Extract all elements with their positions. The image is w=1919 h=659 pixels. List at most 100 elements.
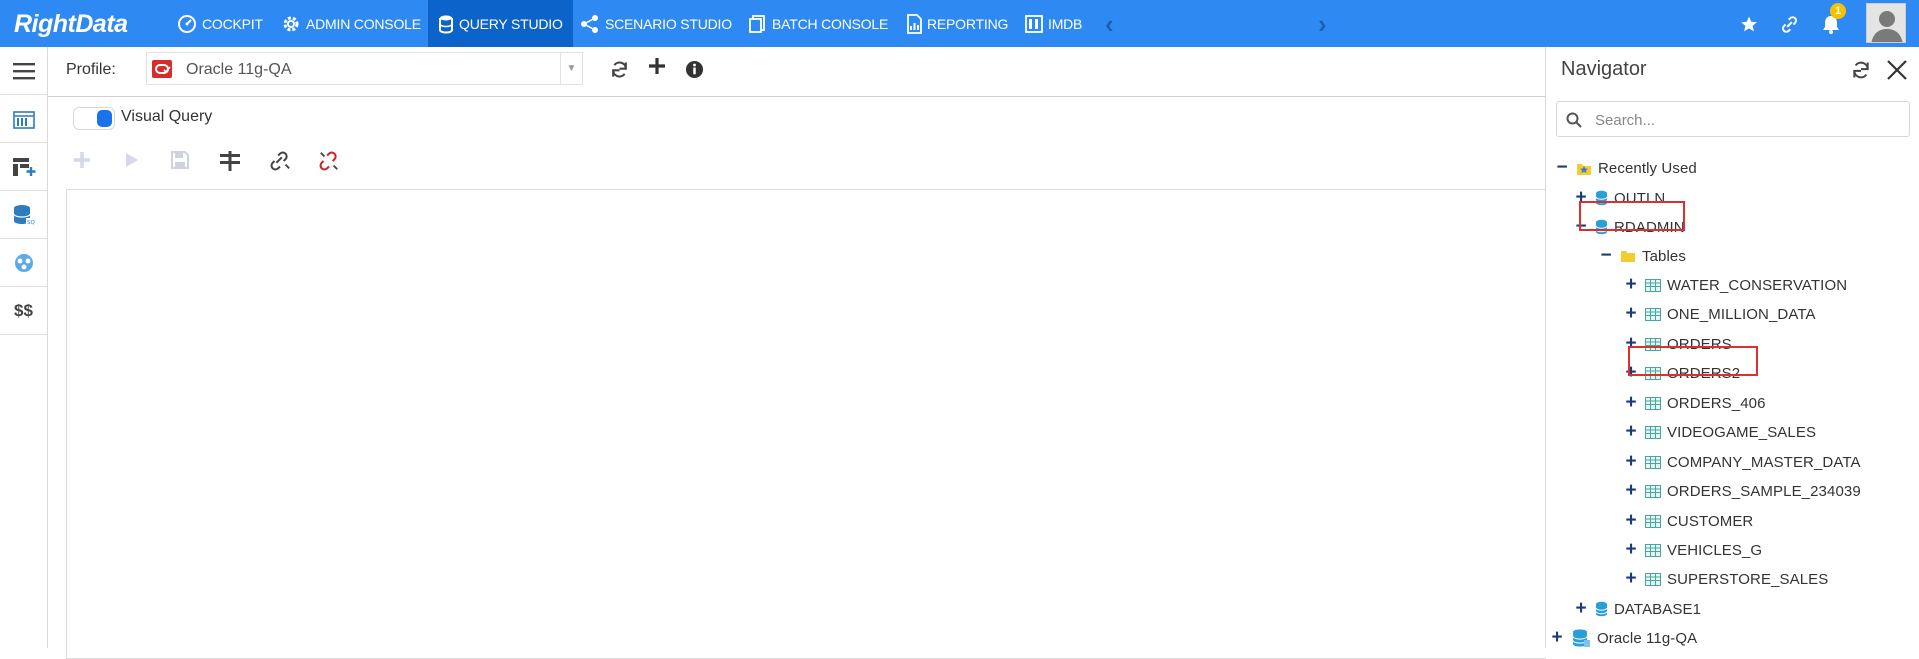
tree-node-recently-used: − Recently Used: [1554, 156, 1697, 180]
table-icon: [1645, 366, 1661, 380]
table-icon: [1645, 307, 1661, 321]
expand-toggle[interactable]: +: [1623, 481, 1639, 500]
tree-node-oracle-11g-qa: + Oracle 11g-QA: [1549, 626, 1697, 650]
collapse-toggle[interactable]: −: [1598, 246, 1614, 265]
profile-select[interactable]: Oracle 11g-QA ▼: [146, 52, 583, 85]
tree-label[interactable]: DATABASE1: [1614, 601, 1701, 618]
nav-reporting[interactable]: REPORTING: [906, 0, 1008, 47]
navigator-title: Navigator: [1561, 58, 1647, 80]
add-profile-icon[interactable]: [648, 57, 666, 75]
filter-icon[interactable]: [219, 150, 241, 172]
nav-cockpit[interactable]: COCKPIT: [177, 0, 263, 47]
table-name[interactable]: ORDERS2: [1667, 365, 1740, 382]
nav-query-studio[interactable]: QUERY STUDIO: [428, 0, 573, 47]
table-name[interactable]: ORDERS_SAMPLE_234039: [1667, 483, 1861, 500]
table-icon: [1645, 543, 1661, 557]
nav-next-arrow[interactable]: ›: [1318, 9, 1327, 40]
expand-toggle[interactable]: +: [1573, 599, 1589, 618]
database-icon: [439, 15, 453, 34]
database-query-icon: SQ: [12, 204, 35, 226]
table-name[interactable]: ONE_MILLION_DATA: [1667, 306, 1816, 323]
expand-toggle[interactable]: +: [1623, 334, 1639, 353]
visual-query-canvas[interactable]: [66, 189, 1546, 659]
table-row: + SUPERSTORE_SALES: [1623, 567, 1828, 591]
table-row: + ORDERS_SAMPLE_234039: [1623, 479, 1861, 503]
nav-batch-console[interactable]: BATCH CONSOLE: [747, 0, 888, 47]
table-row: + WATER_CONSERVATION: [1623, 273, 1847, 297]
table-name[interactable]: ORDERS_406: [1667, 395, 1766, 412]
run-icon[interactable]: [124, 150, 140, 170]
expand-toggle[interactable]: +: [1623, 511, 1639, 530]
app-logo[interactable]: RightData: [14, 6, 128, 42]
cockpit-icon: [178, 14, 196, 33]
nav-scenario-studio[interactable]: SCENARIO STUDIO: [580, 0, 732, 47]
rail-money-button[interactable]: $$: [0, 287, 47, 335]
refresh-profile-icon[interactable]: [610, 60, 629, 79]
close-icon[interactable]: [1886, 59, 1908, 81]
expand-toggle[interactable]: +: [1623, 393, 1639, 412]
visual-query-toggle-knob: [97, 110, 112, 127]
nav-prev-arrow[interactable]: ‹: [1105, 9, 1114, 40]
chevron-down-icon[interactable]: ▼: [560, 53, 582, 84]
report-icon: [907, 13, 922, 34]
table-name[interactable]: SUPERSTORE_SALES: [1667, 571, 1828, 588]
expand-toggle[interactable]: +: [1623, 452, 1639, 471]
table-name[interactable]: VEHICLES_G: [1667, 542, 1762, 559]
nav-admin-console[interactable]: ADMIN CONSOLE: [281, 0, 421, 47]
expand-toggle[interactable]: +: [1623, 363, 1639, 382]
visual-query-label: Visual Query: [121, 108, 213, 125]
rail-schema-button[interactable]: [0, 239, 47, 287]
expand-toggle[interactable]: +: [1623, 304, 1639, 323]
table-icon: [1645, 455, 1661, 469]
table-name[interactable]: VIDEOGAME_SALES: [1667, 424, 1816, 441]
add-icon[interactable]: [72, 150, 92, 170]
link-icon[interactable]: [269, 150, 291, 172]
collapse-toggle[interactable]: −: [1554, 158, 1570, 177]
table-name[interactable]: COMPANY_MASTER_DATA: [1667, 454, 1861, 471]
expand-toggle[interactable]: +: [1623, 422, 1639, 441]
database-icon: [1595, 190, 1608, 206]
tree-label[interactable]: RDADMIN: [1614, 219, 1685, 236]
info-icon[interactable]: [685, 60, 704, 79]
visual-query-toggle[interactable]: [73, 107, 115, 130]
table-row: + ONE_MILLION_DATA: [1623, 302, 1816, 326]
expand-toggle[interactable]: +: [1623, 275, 1639, 294]
tree-label[interactable]: Tables: [1642, 248, 1686, 265]
left-rail: SQ $$: [0, 47, 48, 648]
tree-label[interactable]: OUTLN: [1614, 190, 1665, 207]
expand-toggle[interactable]: +: [1573, 188, 1589, 207]
rail-catalog-button[interactable]: [0, 95, 47, 143]
unlink-icon[interactable]: [318, 150, 340, 172]
tree-label[interactable]: Oracle 11g-QA: [1597, 630, 1697, 647]
table-name[interactable]: CUSTOMER: [1667, 513, 1753, 530]
batch-icon: [749, 14, 765, 33]
table-name[interactable]: WATER_CONSERVATION: [1667, 277, 1847, 294]
tree-node-rdadmin: − RDADMIN: [1573, 215, 1685, 239]
imdb-icon: [1025, 14, 1043, 33]
collapse-toggle[interactable]: −: [1573, 217, 1589, 236]
tree-node-tables: − Tables: [1598, 244, 1686, 268]
schema-icon: [14, 253, 33, 272]
link-icon[interactable]: [1780, 15, 1799, 34]
table-name[interactable]: ORDERS: [1667, 336, 1732, 353]
expand-toggle[interactable]: +: [1623, 540, 1639, 559]
rail-menu-button[interactable]: [0, 47, 47, 95]
nav-admin-console-label: ADMIN CONSOLE: [306, 15, 421, 32]
app-logo-text: RightData: [14, 9, 128, 38]
star-icon[interactable]: [1740, 15, 1758, 33]
table-icon: [1645, 337, 1661, 351]
avatar[interactable]: [1866, 3, 1906, 43]
save-icon[interactable]: [170, 150, 190, 170]
rail-database-query-button[interactable]: SQ: [0, 191, 47, 239]
refresh-icon[interactable]: [1851, 60, 1871, 80]
rail-table-add-button[interactable]: [0, 143, 47, 191]
folder-icon: [1620, 249, 1636, 263]
navigator-search-input[interactable]: [1595, 109, 1895, 131]
expand-toggle[interactable]: +: [1623, 569, 1639, 588]
expand-toggle[interactable]: +: [1549, 628, 1565, 647]
top-navigation-bar: RightData COCKPIT ADMIN CONSOLE QUERY ST…: [0, 0, 1919, 47]
nav-imdb[interactable]: IMDB: [1025, 0, 1082, 47]
tree-label[interactable]: Recently Used: [1598, 160, 1697, 177]
database-icon: [1595, 219, 1608, 235]
table-row: + ORDERS_406: [1623, 391, 1766, 415]
